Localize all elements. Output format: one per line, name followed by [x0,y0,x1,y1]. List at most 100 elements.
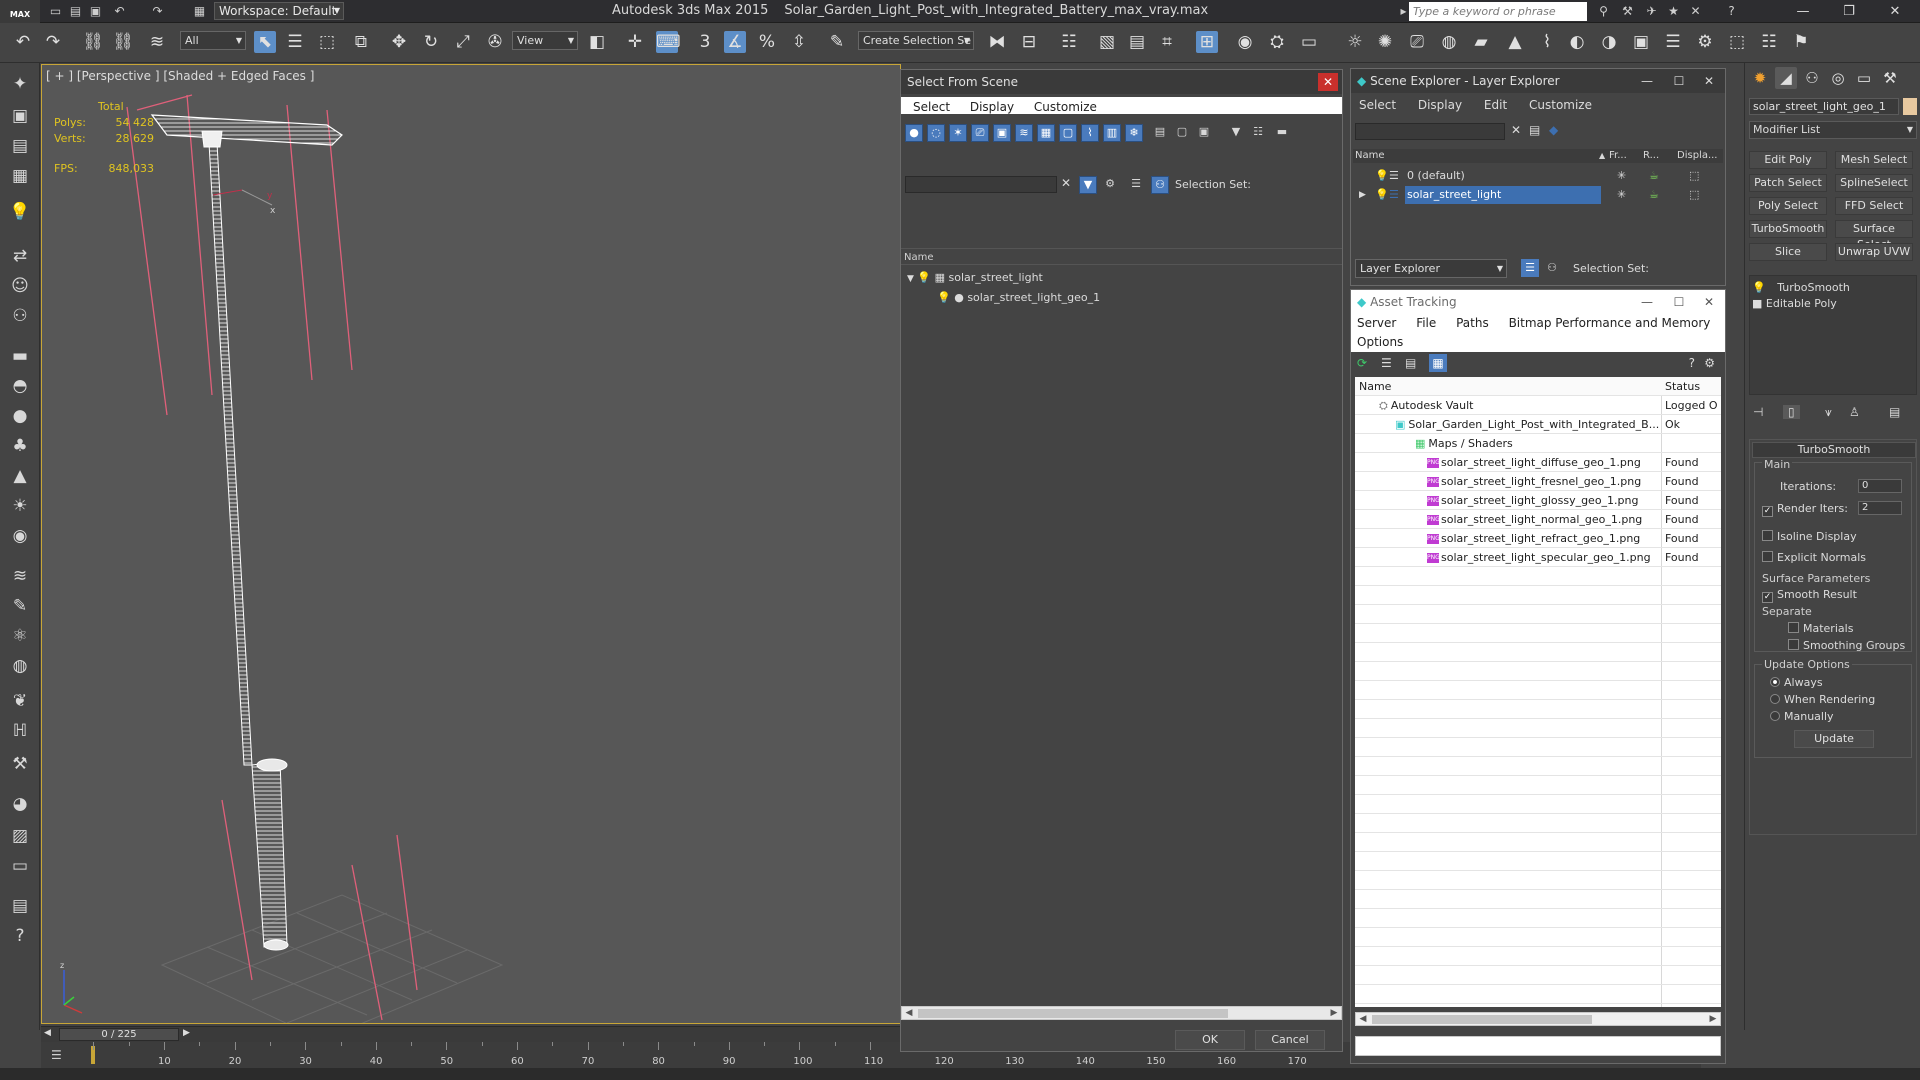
isoline-display-checkbox[interactable] [1762,530,1773,541]
plane-icon[interactable]: ▬ [7,343,33,369]
add-layer-icon[interactable]: ▤ [1529,123,1540,137]
explorer-type-dropdown[interactable]: Layer Explorer ▼ [1355,259,1507,278]
curve-editor-mini-icon[interactable]: ☰ [51,1048,62,1062]
menu-server[interactable]: Server [1357,316,1396,330]
rotate-icon[interactable]: ↻ [420,31,442,53]
monitor-icon[interactable]: ▭ [7,853,33,879]
col-name[interactable]: Name [1355,149,1385,163]
asset-row[interactable]: ⛭ Autodesk Vault Logged O [1355,396,1721,415]
tree-view-icon[interactable]: ▤ [1405,356,1416,370]
unlink-icon[interactable]: ⛓ [112,31,134,53]
binoculars-icon[interactable]: ⚲ [1596,4,1611,18]
display-helpers-icon[interactable]: ▣ [993,124,1011,142]
save-file-icon[interactable]: ▣ [88,4,103,18]
create-icon[interactable]: ✦ [7,71,33,97]
light-bulb-icon[interactable]: 💡 [917,271,931,284]
display-box-icon[interactable]: ⬚ [1689,186,1699,204]
foliage-icon[interactable]: ❦ [7,688,33,714]
modifier-button[interactable]: Mesh Select [1835,151,1913,169]
freeze-snowflake-icon[interactable]: ✳ [1617,186,1626,204]
options-icon[interactable]: ▬ [1273,124,1291,142]
sort-by-hierarchy-icon[interactable]: ⚇ [1543,259,1561,277]
globe-icon[interactable]: ◍ [7,653,33,679]
display-groups-icon[interactable]: ▦ [1037,124,1055,142]
light-bulb-icon[interactable]: 💡 [7,199,33,225]
menu-customize[interactable]: Customize [1034,100,1097,114]
angle-snap-icon[interactable]: ∡ [724,31,746,53]
motion-tab-icon[interactable]: ◎ [1827,67,1849,89]
workspace-dropdown[interactable]: Workspace: Default ▼ [214,2,344,20]
undo-icon[interactable]: ↶ [112,4,127,18]
vray-vfb-icon[interactable]: ☷ [1758,31,1780,53]
rollout-title[interactable]: TurboSmooth [1752,442,1916,458]
rendered-frame-window-icon[interactable]: ▭ [1298,31,1320,53]
paint-icon[interactable]: ✎ [7,593,33,619]
cone-icon[interactable]: ▲ [7,463,33,489]
select-object-icon[interactable]: ⬉ [254,31,276,53]
spinner-snap-icon[interactable]: ⇳ [788,31,810,53]
select-manipulate-icon[interactable]: ✛ [624,31,646,53]
menu-paths[interactable]: Paths [1456,316,1489,330]
menu-select[interactable]: Select [913,100,950,114]
menu-display[interactable]: Display [970,100,1014,114]
select-all-icon[interactable]: ▤ [1151,124,1169,142]
filter-options-icon[interactable]: ⚙ [1101,176,1119,194]
configure-sets-icon[interactable]: ▤ [1889,405,1900,419]
human-icon[interactable]: ☺ [7,273,33,299]
keyboard-shortcut-override-icon[interactable]: ⌨ [656,31,681,53]
bind-spacewarp-icon[interactable]: ≋ [146,31,168,53]
explicit-normals-checkbox[interactable] [1762,551,1773,562]
asset-row[interactable]: PNGsolar_street_light_refract_geo_1.png F… [1355,529,1721,548]
isoline-display-row[interactable]: Isoline Display [1762,530,1857,543]
sphere-icon[interactable]: ● [7,403,33,429]
render-iters-checkbox[interactable]: ✓ [1762,506,1773,517]
menu-customize[interactable]: Customize [1529,98,1592,112]
col-name[interactable]: Name [1359,377,1659,396]
display-bones-icon[interactable]: ⌇ [1081,124,1099,142]
scale-icon[interactable]: ⤢ [452,31,474,53]
light-icon[interactable]: ☼ [1344,31,1366,53]
app-logo[interactable]: MAX [0,0,40,23]
menu-options[interactable]: Options [1357,335,1403,349]
modifier-button[interactable]: FFD Select [1835,197,1913,215]
select-by-name-icon[interactable]: ☰ [284,31,306,53]
show-end-result-icon[interactable]: ▯ [1783,405,1800,419]
layer-row-default[interactable]: 💡 ☰ 0 (default) ✳ ☕ ⬚ [1353,167,1723,185]
rect-selection-icon[interactable]: ⬚ [316,31,338,53]
manually-radio[interactable] [1770,711,1780,721]
new-layer-icon[interactable]: ◆ [1549,123,1558,137]
reference-coordinate-dropdown[interactable]: View ▼ [512,31,578,50]
sun-icon[interactable]: ✺ [1374,31,1396,53]
tree-item-solar-street-light-geo[interactable]: 💡 ● solar_street_light_geo_1 [937,291,1100,304]
viewport-label[interactable]: [ + ] [Perspective ] [Shaded + Edged Fac… [46,69,314,83]
time-next-icon[interactable]: ▶ [183,1028,190,1038]
particle-icon[interactable]: ⚛ [7,623,33,649]
render-setup-icon[interactable]: ⛭ [1266,31,1288,53]
percent-snap-icon[interactable]: % [756,31,778,53]
render-teapot-icon[interactable]: ☕ [1649,167,1659,185]
document-icon[interactable]: ▤ [7,133,33,159]
vray-fur-icon[interactable]: ⌇ [1536,31,1558,53]
modify-tab-icon[interactable]: ◢ [1775,67,1797,89]
display-shapes-icon[interactable]: ◌ [927,124,945,142]
open-file-icon[interactable]: ▤ [68,4,83,18]
close-icon[interactable]: ✕ [1318,73,1338,91]
undo-icon[interactable]: ↶ [12,31,34,53]
scene-explorer-toggle-icon[interactable]: ☷ [1058,31,1080,53]
manually-row[interactable]: Manually [1770,710,1834,723]
clear-search-icon[interactable]: ✕ [1511,123,1521,137]
light-bulb-icon[interactable]: 💡 [1375,186,1389,204]
light-bulb-icon[interactable]: 💡 [1375,167,1389,185]
asset-row[interactable]: PNGsolar_street_light_fresnel_geo_1.png F… [1355,472,1721,491]
restore-button[interactable]: ❐ [1834,2,1864,21]
tree-item-solar-street-light[interactable]: ▼ 💡 ▦ solar_street_light [907,271,1043,284]
always-row[interactable]: Always [1770,676,1823,689]
collapse-icon[interactable]: ▼ [907,274,914,284]
always-radio[interactable] [1770,677,1780,687]
script-icon[interactable]: ▨ [7,823,33,849]
edit-named-selections-icon[interactable]: ✎ [826,31,848,53]
display-lights-icon[interactable]: ✶ [949,124,967,142]
favorites-star-icon[interactable]: ★ [1666,4,1681,18]
col-render[interactable]: R... [1643,149,1659,163]
layer-explorer-icon[interactable]: ▧ [1096,31,1118,53]
